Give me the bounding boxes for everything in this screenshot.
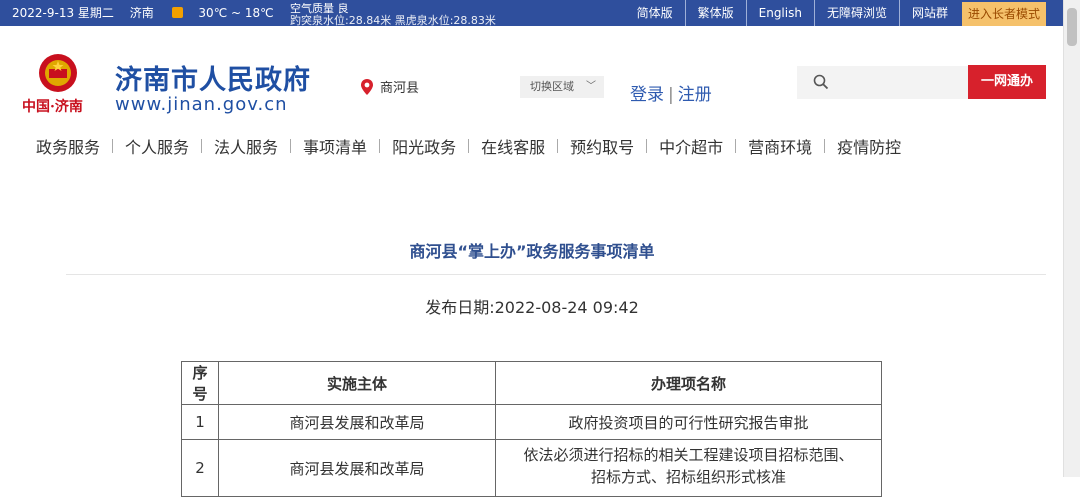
auth-links: 登录 | 注册: [630, 80, 712, 105]
temperature: 30℃ ~ 18℃: [198, 6, 274, 20]
one-stop-service-button[interactable]: 一网通办: [968, 65, 1046, 99]
location: 商河县: [360, 77, 419, 96]
nav-corporate-services[interactable]: 法人服务: [202, 134, 290, 158]
site-url: www.jinan.gov.cn: [115, 94, 288, 115]
cell-item-name: 政府投资项目的可行性研究报告审批: [495, 404, 882, 440]
nav-epidemic-control[interactable]: 疫情防控: [825, 134, 913, 158]
link-english[interactable]: English: [747, 0, 815, 26]
air-quality-block: 空气质量 良 趵突泉水位:28.84米 黑虎泉水位:28.83米: [290, 3, 496, 26]
cell-item-name-line: 依法必须进行招标的相关工程建设项目招标范围、: [523, 446, 854, 464]
site-title[interactable]: 济南市人民政府: [115, 58, 311, 97]
link-simplified[interactable]: 简体版: [625, 0, 686, 26]
register-link[interactable]: 注册: [678, 85, 712, 105]
location-pin-icon: [361, 78, 373, 95]
nav-business-environment[interactable]: 营商环境: [736, 134, 824, 158]
link-traditional[interactable]: 繁体版: [686, 0, 747, 26]
nav-online-support[interactable]: 在线客服: [469, 134, 557, 158]
current-date: 2022-9-13 星期二: [12, 6, 114, 20]
article-title: 商河县“掌上办”政务服务事项清单: [409, 242, 655, 261]
national-emblem-icon: [39, 54, 77, 92]
publish-date: 发布日期:2022-08-24 09:42: [425, 298, 639, 317]
scrollbar-thumb[interactable]: [1067, 8, 1077, 46]
login-link[interactable]: 登录: [630, 85, 664, 105]
nav-agency-market[interactable]: 中介超市: [647, 134, 735, 158]
link-accessibility[interactable]: 无障碍浏览: [815, 0, 900, 26]
location-name: 商河县: [380, 81, 420, 96]
table-header-row: 序号 实施主体 办理项名称: [181, 361, 882, 405]
region-switch-label: 切换区域: [530, 80, 574, 93]
chevron-down-icon: ﹀: [586, 81, 596, 92]
nav-personal-services[interactable]: 个人服务: [113, 134, 201, 158]
search-icon: [813, 74, 829, 90]
link-site-group[interactable]: 网站群: [900, 0, 960, 26]
header-no: 序号: [181, 361, 219, 405]
logo-text: 中国·济南: [22, 99, 83, 115]
elder-mode-button[interactable]: 进入长者模式: [962, 2, 1046, 26]
weather: 济南 30℃ ~ 18℃: [130, 6, 286, 20]
header-department: 实施主体: [218, 361, 496, 405]
search-input[interactable]: [837, 72, 961, 94]
search-box: [797, 66, 968, 99]
cell-no: 1: [181, 404, 219, 440]
water-level: 趵突泉水位:28.84米 黑虎泉水位:28.83米: [290, 14, 496, 27]
region-switch-dropdown[interactable]: 切换区域 ﹀: [520, 76, 604, 98]
auth-separator: |: [668, 85, 674, 105]
table-row: 2 商河县发展和改革局 依法必须进行招标的相关工程建设项目招标范围、 招标方式、…: [181, 439, 882, 497]
cell-department: 商河县发展和改革局: [218, 439, 496, 497]
top-bar: 2022-9-13 星期二 济南 30℃ ~ 18℃ 空气质量 良 趵突泉水位:…: [0, 0, 1080, 26]
city-name: 济南: [129, 6, 154, 20]
sun-icon: [171, 7, 183, 18]
nav-open-government[interactable]: 阳光政务: [380, 134, 468, 158]
top-links: 简体版 繁体版 English 无障碍浏览 网站群: [625, 0, 960, 26]
cell-department: 商河县发展和改革局: [218, 404, 496, 440]
nav-government-services[interactable]: 政务服务: [24, 134, 112, 158]
cell-item-name: 依法必须进行招标的相关工程建设项目招标范围、 招标方式、招标组织形式核准: [495, 439, 882, 497]
table-row: 1 商河县发展和改革局 政府投资项目的可行性研究报告审批: [181, 404, 882, 440]
divider: [66, 274, 1046, 275]
top-info: 2022-9-13 星期二 济南 30℃ ~ 18℃: [12, 0, 298, 26]
cell-no: 2: [181, 439, 219, 497]
main-nav: 政务服务 个人服务 法人服务 事项清单 阳光政务 在线客服 预约取号 中介超市 …: [24, 133, 913, 159]
nav-item-list[interactable]: 事项清单: [291, 134, 379, 158]
page-scrollbar[interactable]: [1063, 0, 1080, 477]
nav-appointment[interactable]: 预约取号: [558, 134, 646, 158]
cell-item-name-line: 招标方式、招标组织形式核准: [590, 468, 786, 486]
header-item-name: 办理项名称: [495, 361, 882, 405]
